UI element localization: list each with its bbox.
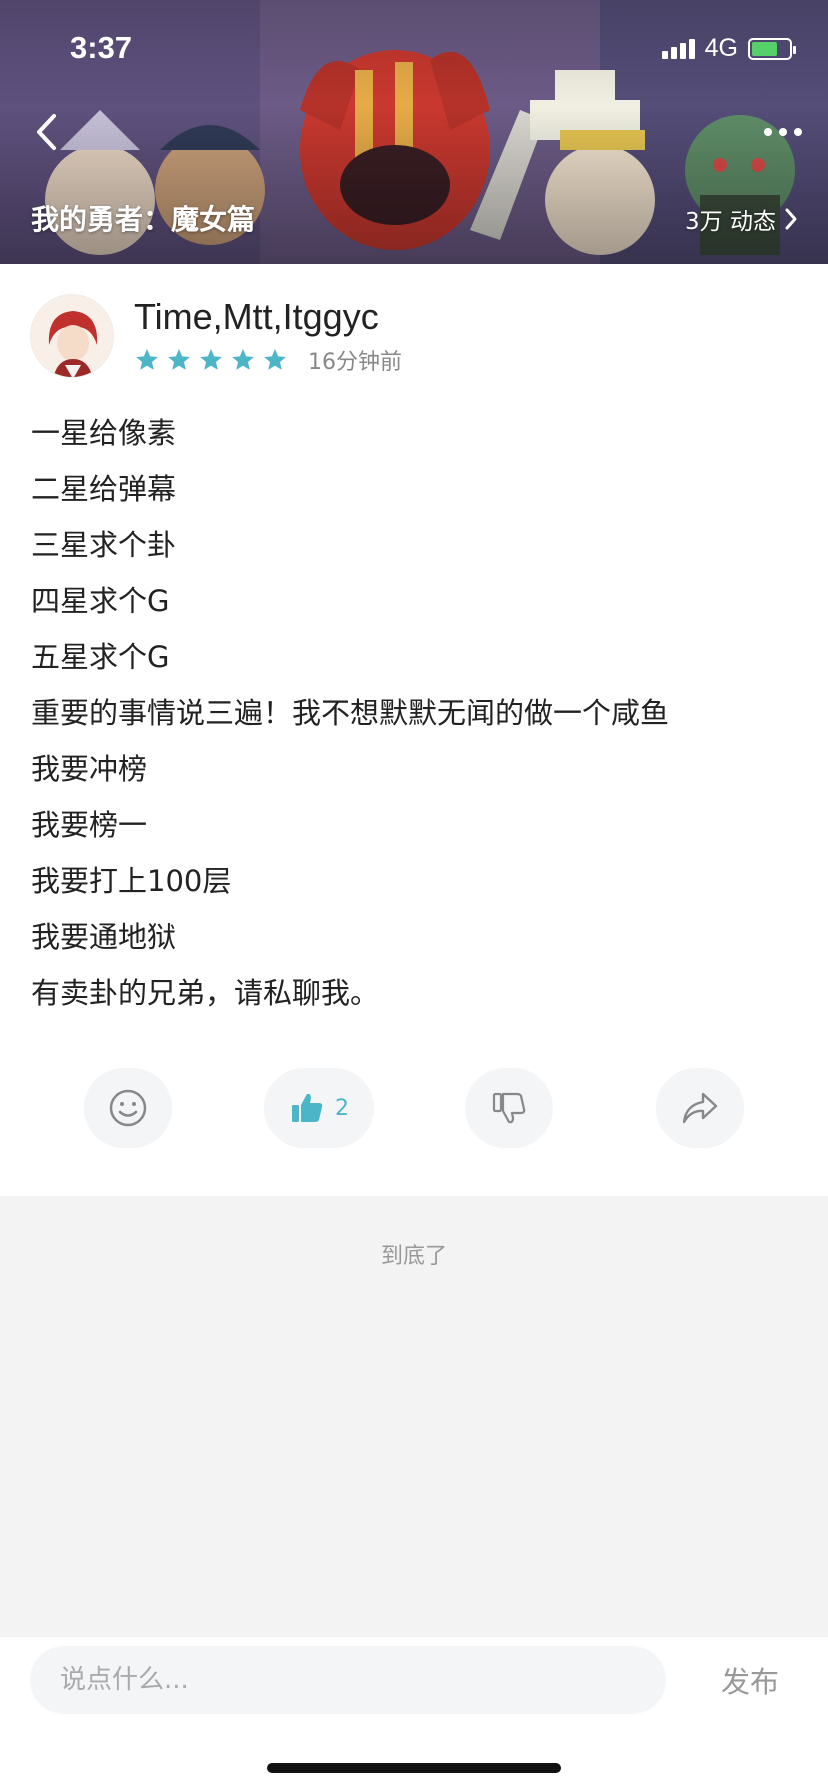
content-line: 二星给弹幕 — [31, 472, 177, 506]
publish-button[interactable]: 发布 — [700, 1658, 800, 1702]
star-icon — [264, 349, 286, 370]
rating-stars — [134, 347, 288, 373]
emoji-button[interactable] — [84, 1068, 172, 1148]
share-icon — [682, 1092, 718, 1124]
avatar[interactable] — [30, 294, 114, 378]
more-button[interactable] — [758, 112, 808, 152]
post-author: Time,Mtt,Itggyc 16分钟前 — [30, 294, 402, 378]
content-line: 有卖卦的兄弟，请私聊我。 — [31, 976, 380, 1010]
chevron-right-icon — [785, 208, 797, 230]
game-title[interactable]: 我的勇者：魔女篇 — [31, 198, 255, 238]
back-button[interactable] — [26, 108, 66, 156]
more-dots-icon — [764, 128, 802, 136]
network-type: 4G — [704, 34, 738, 62]
post-time: 16分钟前 — [308, 350, 402, 375]
comment-input[interactable] — [30, 1646, 666, 1714]
content-line: 我要通地狱 — [31, 920, 177, 954]
chevron-left-icon — [37, 114, 56, 150]
status-time: 3:37 — [70, 30, 133, 65]
signal-icon — [661, 38, 695, 59]
content-line: 我要冲榜 — [31, 752, 148, 786]
smiley-icon — [109, 1089, 147, 1127]
content-line: 我要榜一 — [31, 808, 148, 842]
star-icon — [200, 349, 222, 370]
moments-label: 3万 动态 — [685, 209, 776, 235]
action-bar: 2 — [0, 1068, 828, 1148]
status-indicators: 4G — [661, 34, 796, 63]
star-icon — [136, 349, 158, 370]
content-line: 四星求个G — [31, 584, 170, 618]
like-button[interactable]: 2 — [264, 1068, 374, 1148]
star-icon — [168, 349, 190, 370]
content-line: 五星求个G — [31, 640, 170, 674]
moments-link[interactable]: 3万 动态 — [685, 202, 798, 236]
end-of-list-text: 到底了 — [380, 1244, 447, 1269]
author-name[interactable]: Time,Mtt,Itggyc — [134, 296, 402, 338]
content-line: 重要的事情说三遍！我不想默默无闻的做一个咸鱼 — [31, 696, 670, 730]
content-line: 一星给像素 — [31, 416, 177, 450]
dislike-button[interactable] — [465, 1068, 553, 1148]
battery-icon — [748, 37, 796, 60]
content-line: 我要打上100层 — [31, 864, 232, 898]
star-icon — [232, 349, 254, 370]
post-content: 一星给像素 二星给弹幕 三星求个卦 四星求个G 五星求个G 重要的事情说三遍！我… — [31, 405, 801, 1021]
avatar-image — [31, 295, 113, 377]
like-count: 2 — [335, 1095, 349, 1121]
content-line: 三星求个卦 — [31, 528, 177, 562]
home-indicator[interactable] — [267, 1763, 561, 1773]
thumbs-up-icon — [292, 1093, 323, 1122]
thumbs-down-icon — [492, 1092, 526, 1124]
share-button[interactable] — [656, 1068, 744, 1148]
